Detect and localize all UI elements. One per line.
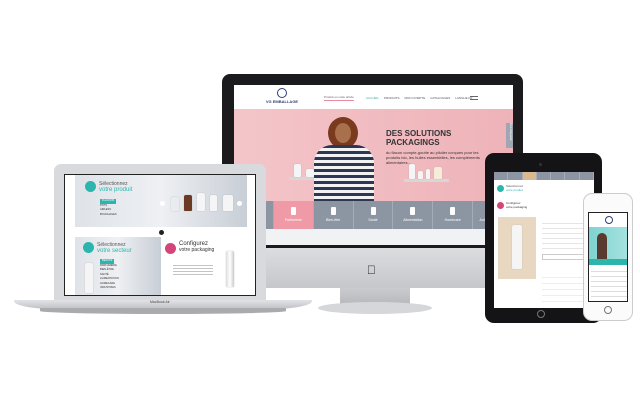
phone-menu-list[interactable] bbox=[591, 267, 627, 301]
hero-model-photo bbox=[314, 117, 374, 201]
category-tab[interactable] bbox=[508, 172, 523, 180]
list-item[interactable]: INDUSTRIES bbox=[100, 286, 119, 291]
bottle-image bbox=[223, 195, 233, 211]
phone-website bbox=[588, 212, 628, 302]
laptop-website: Sélectionnez votre produit FLACONS POTS A… bbox=[64, 174, 256, 296]
config-description bbox=[173, 265, 213, 277]
section-subtitle: votre produit bbox=[506, 187, 523, 192]
panel-subtitle: votre packaging bbox=[179, 247, 215, 253]
apple-logo-icon:  bbox=[367, 263, 376, 277]
section-subtitle: votre packaging bbox=[506, 204, 528, 209]
bottle-image bbox=[306, 169, 314, 177]
list-item[interactable]: ALIMENTATION bbox=[100, 277, 119, 282]
tablet-home-button[interactable] bbox=[537, 310, 545, 318]
category-parfumerie[interactable]: Parfumerie bbox=[273, 201, 314, 229]
site-logo[interactable] bbox=[605, 216, 613, 224]
category-alimentation[interactable]: Alimentation bbox=[393, 201, 434, 229]
size-selector[interactable] bbox=[542, 254, 584, 260]
nav-catalogues[interactable]: CATALOGUES bbox=[430, 96, 450, 100]
phone-header bbox=[589, 213, 627, 227]
laptop-brand-label: MacBook Air bbox=[150, 300, 170, 304]
callback-tab[interactable]: Être Rappelé bbox=[506, 123, 513, 148]
tablet-website: Sélectionnez votre produit Configurez votr… bbox=[494, 172, 594, 308]
bottle-image bbox=[210, 195, 217, 211]
content-below bbox=[234, 229, 513, 245]
site-header: VG EMBALLAGE Produit ou code article ACC… bbox=[234, 85, 513, 109]
nav-products[interactable]: PRODUITS bbox=[384, 96, 400, 100]
options-grid[interactable] bbox=[542, 219, 584, 249]
product-list: FLACONS POTS AIRLESS BOUCHAGES bbox=[100, 199, 117, 217]
menu-icon[interactable] bbox=[470, 96, 478, 100]
site-logo[interactable]: VG EMBALLAGE bbox=[262, 88, 302, 108]
bottle-image bbox=[85, 263, 93, 293]
list-item[interactable]: BOUCHAGES bbox=[100, 213, 117, 218]
product-photo bbox=[498, 217, 536, 279]
nav-home[interactable]: ACCUEIL bbox=[366, 96, 379, 100]
config-icon bbox=[497, 202, 504, 209]
accessories-grid[interactable] bbox=[542, 272, 584, 302]
laptop-base-shadow bbox=[40, 308, 286, 314]
category-tab[interactable] bbox=[551, 172, 566, 180]
bottle-icon bbox=[497, 185, 504, 192]
pump-bottle-image bbox=[226, 251, 234, 287]
phone-section-bar bbox=[589, 259, 627, 265]
tablet-category-bar bbox=[494, 172, 594, 180]
category-homecare[interactable]: Homecare bbox=[433, 201, 474, 229]
category-tab[interactable] bbox=[494, 172, 509, 180]
bottle-image bbox=[184, 195, 192, 211]
product-panel: Sélectionnez votre produit FLACONS POTS A… bbox=[75, 175, 247, 227]
phone-home-button[interactable] bbox=[604, 306, 612, 314]
category-tab[interactable] bbox=[522, 172, 537, 180]
category-tab[interactable] bbox=[579, 172, 594, 180]
shelf bbox=[404, 179, 449, 182]
config-icon bbox=[165, 243, 176, 254]
imac-stand-base bbox=[318, 302, 432, 314]
desktop-website: VG EMBALLAGE Produit ou code article ACC… bbox=[234, 85, 513, 245]
panel-subtitle: votre produit bbox=[99, 187, 133, 193]
face bbox=[335, 123, 351, 143]
sector-icon bbox=[83, 242, 94, 253]
nav-account[interactable]: MON COMPTE bbox=[405, 96, 426, 100]
bottle-image bbox=[512, 225, 522, 269]
sector-panel: Sélectionnez votre secteur BEAUTÉ PARFUME… bbox=[75, 237, 161, 295]
hero-subtext: du flacon compte-goutte au pilulier conç… bbox=[386, 150, 480, 165]
carousel-prev-button[interactable] bbox=[160, 201, 165, 206]
hero-model-photo bbox=[597, 233, 607, 259]
tablet-camera bbox=[539, 163, 542, 166]
config-panel: Configurez votre packaging bbox=[163, 237, 247, 295]
bottle-icon bbox=[85, 181, 96, 192]
bottle-image bbox=[434, 167, 442, 179]
sector-list: BEAUTÉ PARFUMERIE BIEN-ÊTRE SANTÉ ALIMEN… bbox=[100, 259, 119, 291]
search-input[interactable]: Produit ou code article bbox=[324, 95, 354, 101]
category-tab[interactable] bbox=[565, 172, 580, 180]
carousel-next-button[interactable] bbox=[237, 201, 242, 206]
bottle-image bbox=[426, 169, 430, 179]
category-bien-etre[interactable]: Bien-être bbox=[313, 201, 354, 229]
hero-headline: DES SOLUTIONS PACKAGINGS bbox=[386, 129, 452, 147]
bottle-image bbox=[418, 171, 423, 179]
phone-hero bbox=[589, 227, 627, 259]
main-nav: ACCUEIL PRODUITS MON COMPTE CATALOGUES L… bbox=[366, 96, 472, 100]
list-item[interactable]: FLACONS bbox=[100, 199, 117, 204]
striped-shirt bbox=[314, 145, 374, 201]
bottle-image bbox=[294, 164, 301, 177]
bottle-image bbox=[197, 193, 205, 211]
logo-text: VG EMBALLAGE bbox=[265, 99, 299, 104]
bottle-image bbox=[409, 164, 415, 179]
divider-badge bbox=[159, 230, 164, 235]
category-sante[interactable]: Santé bbox=[353, 201, 394, 229]
category-bar: Beauté Parfumerie Bien-être Santé Alimen… bbox=[234, 201, 513, 229]
panel-subtitle: votre secteur bbox=[97, 248, 132, 254]
category-tab[interactable] bbox=[536, 172, 552, 180]
list-item[interactable]: BEAUTÉ bbox=[100, 259, 115, 264]
bottle-image bbox=[171, 197, 179, 211]
